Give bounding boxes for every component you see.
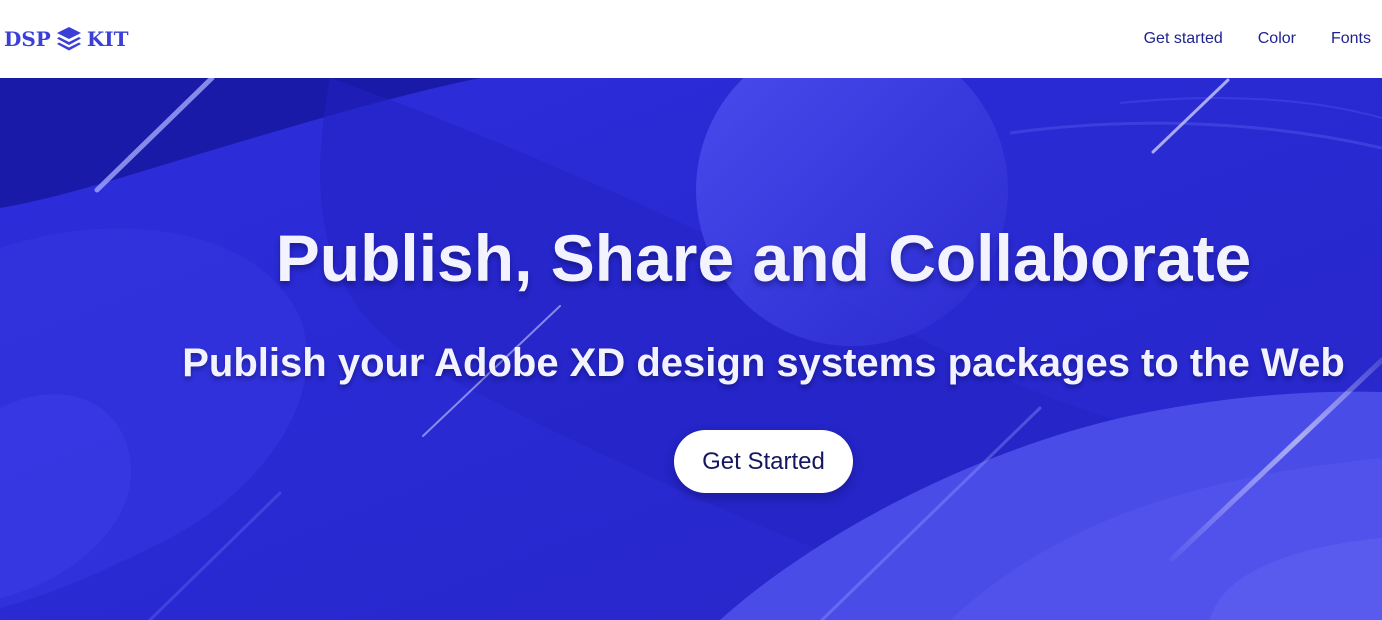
brand-text-left: DSP xyxy=(4,27,51,51)
stacked-layers-icon xyxy=(56,27,81,51)
main-nav: Get started Color Fonts xyxy=(1109,30,1371,48)
top-navbar: DSP KIT Get started Color Fonts xyxy=(0,0,1382,78)
nav-link-color[interactable]: Color xyxy=(1258,30,1296,48)
nav-link-get-started[interactable]: Get started xyxy=(1144,30,1223,48)
hero-title: Publish, Share and Collaborate xyxy=(275,221,1252,295)
hero-section: Publish, Share and Collaborate Publish y… xyxy=(0,78,1382,620)
brand-logo-link[interactable]: DSP KIT xyxy=(4,25,128,53)
nav-link-fonts[interactable]: Fonts xyxy=(1331,30,1371,48)
hero-subtitle: Publish your Adobe XD design systems pac… xyxy=(182,341,1345,385)
get-started-button[interactable]: Get Started xyxy=(674,430,853,493)
brand-text-right: KIT xyxy=(86,27,129,51)
